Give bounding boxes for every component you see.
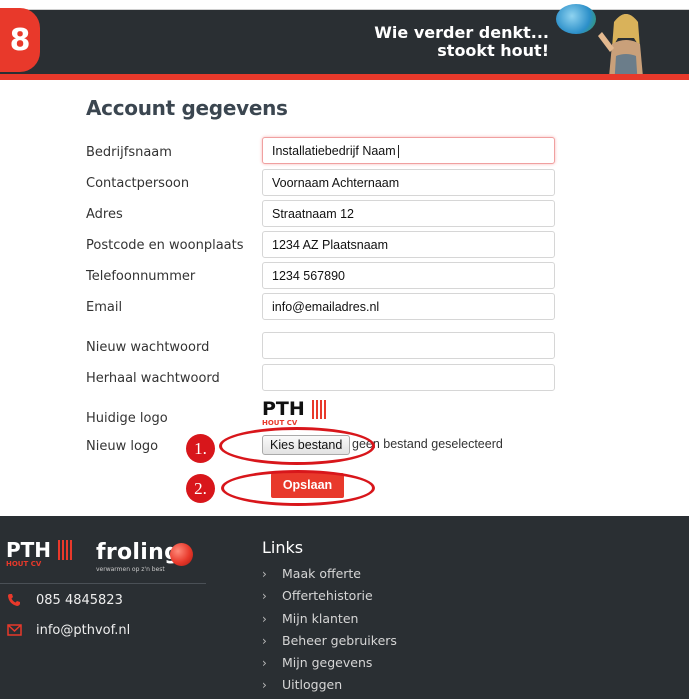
chevron-right-icon: › xyxy=(262,588,267,603)
annotation-ellipse-2 xyxy=(221,470,375,506)
step-badge: 8 xyxy=(0,8,40,72)
footer-divider xyxy=(0,583,206,584)
froling-ball-icon xyxy=(170,543,193,566)
email-field[interactable]: info@emailadres.nl xyxy=(262,293,555,320)
label-new-password: Nieuw wachtwoord xyxy=(86,340,210,355)
footer-logo-subtitle: HOUT CV xyxy=(6,560,42,568)
label-email: Email xyxy=(86,300,123,315)
footer-link-uitloggen[interactable]: › Uitloggen xyxy=(262,677,342,692)
footer-link-offertehistorie[interactable]: › Offertehistorie xyxy=(262,588,373,603)
slogan-line-2: stookt hout! xyxy=(437,41,549,60)
label-bedrijfsnaam: Bedrijfsnaam xyxy=(86,145,172,160)
chevron-right-icon: › xyxy=(262,633,267,648)
chevron-right-icon: › xyxy=(262,611,267,626)
site-header: 8 Wie verder denkt... stookt hout! xyxy=(0,0,689,80)
annotation-number-1: 1. xyxy=(186,434,215,463)
phone-field[interactable]: 1234 567890 xyxy=(262,262,555,289)
links-heading: Links xyxy=(262,538,304,557)
link-label: Uitloggen xyxy=(282,677,343,692)
chevron-right-icon: › xyxy=(262,677,267,692)
current-logo-flame-icon xyxy=(312,400,326,419)
company-name-value: Installatiebedrijf Naam xyxy=(272,144,396,158)
link-label: Beheer gebruikers xyxy=(282,633,397,648)
new-password-field[interactable] xyxy=(262,332,555,359)
link-label: Mijn gegevens xyxy=(282,655,373,670)
footer-link-beheer-gebruikers[interactable]: › Beheer gebruikers xyxy=(262,633,397,648)
mascot-woman-image xyxy=(598,14,644,80)
annotation-ellipse-1 xyxy=(219,427,375,465)
site-footer: PTH HOUT CV froling verwarmen op z'n bes… xyxy=(0,516,689,699)
footer-phone[interactable]: 085 4845823 xyxy=(4,592,123,608)
contact-person-field[interactable]: Voornaam Achternaam xyxy=(262,169,555,196)
header-slogan: Wie verder denkt... stookt hout! xyxy=(374,24,549,60)
froling-tagline: verwarmen op z'n best xyxy=(96,566,165,573)
company-name-field[interactable]: Installatiebedrijf Naam xyxy=(262,137,555,164)
label-contactpersoon: Contactpersoon xyxy=(86,176,190,191)
current-logo-image: PTH HOUT CV xyxy=(262,400,332,428)
footer-link-maak-offerte[interactable]: › Maak offerte xyxy=(262,566,361,581)
mail-icon xyxy=(4,622,24,638)
repeat-password-field[interactable] xyxy=(262,364,555,391)
postcode-city-field[interactable]: 1234 AZ Plaatsnaam xyxy=(262,231,555,258)
current-logo-subtitle: HOUT CV xyxy=(262,419,298,427)
footer-link-mijn-gegevens[interactable]: › Mijn gegevens xyxy=(262,655,372,670)
chevron-right-icon: › xyxy=(262,655,267,670)
label-postcode: Postcode en woonplaats xyxy=(86,238,244,253)
annotation-number-2: 2. xyxy=(186,474,215,503)
froling-logo-text: froling xyxy=(96,540,181,565)
label-adres: Adres xyxy=(86,207,123,222)
label-new-logo: Nieuw logo xyxy=(86,439,159,454)
phone-icon xyxy=(4,592,24,608)
globe-icon xyxy=(556,4,596,34)
email-address: info@pthvof.nl xyxy=(36,622,131,638)
link-label: Offertehistorie xyxy=(282,588,373,603)
footer-link-mijn-klanten[interactable]: › Mijn klanten xyxy=(262,611,358,626)
footer-logo-flame-icon xyxy=(58,540,72,560)
label-repeat-password: Herhaal wachtwoord xyxy=(86,371,220,386)
footer-logo-pth: PTH xyxy=(6,538,52,562)
link-label: Mijn klanten xyxy=(282,611,359,626)
current-logo-pth: PTH xyxy=(262,398,305,420)
text-caret xyxy=(397,145,399,159)
chevron-right-icon: › xyxy=(262,566,267,581)
phone-number: 085 4845823 xyxy=(36,592,123,608)
label-current-logo: Huidige logo xyxy=(86,411,168,426)
page-title: Account gegevens xyxy=(86,96,288,120)
header-accent-line xyxy=(0,74,689,80)
link-label: Maak offerte xyxy=(282,566,361,581)
footer-email[interactable]: info@pthvof.nl xyxy=(4,622,130,638)
slogan-line-1: Wie verder denkt... xyxy=(374,23,549,42)
address-field[interactable]: Straatnaam 12 xyxy=(262,200,555,227)
label-telefoonnummer: Telefoonnummer xyxy=(86,269,196,284)
